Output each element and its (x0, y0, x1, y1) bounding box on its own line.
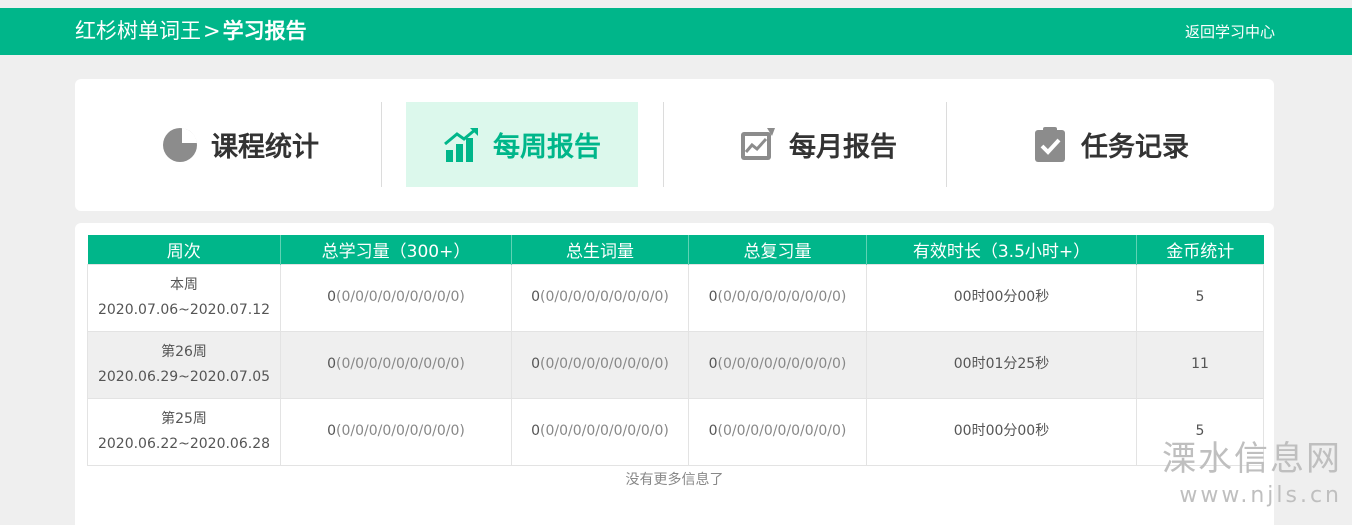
study-total: 0 (327, 289, 337, 305)
tab-label: 任务记录 (1081, 132, 1189, 163)
table-row: 第25周 2020.06.22~2020.06.28 0(0/0/0/0/0/0… (87, 397, 1264, 466)
new-words-cell: 0(0/0/0/0/0/0/0/0/0) (511, 263, 689, 332)
study-detail: (0/0/0/0/0/0/0/0/0) (336, 289, 465, 305)
table-row: 本周 2020.07.06~2020.07.12 0(0/0/0/0/0/0/0… (87, 263, 1264, 332)
header-total-study: 总学习量（300+） (280, 235, 512, 264)
new-total: 0 (531, 423, 541, 439)
tab-divider (663, 102, 664, 187)
review-detail: (0/0/0/0/0/0/0/0/0) (717, 423, 847, 439)
tab-monthly-report[interactable]: 每月报告 (689, 102, 947, 187)
top-header-bar: 红杉树单词王>学习报告 返回学习中心 (0, 8, 1352, 55)
week-range: 2020.06.22~2020.06.28 (97, 435, 271, 452)
weekly-report-table: 周次 总学习量（300+） 总生词量 总复习量 有效时长（3.5小时+） 金币统… (87, 235, 1264, 466)
week-range: 2020.06.29~2020.07.05 (97, 368, 271, 385)
study-detail: (0/0/0/0/0/0/0/0/0) (336, 356, 465, 372)
watermark-name: 溧水信息网 (1162, 439, 1342, 479)
time-cell: 00时00分00秒 (866, 397, 1137, 466)
new-words-cell: 0(0/0/0/0/0/0/0/0/0) (511, 397, 689, 466)
no-more-info-text: 没有更多信息了 (625, 472, 724, 488)
clipboard-check-icon (1035, 126, 1065, 162)
new-detail: (0/0/0/0/0/0/0/0/0) (540, 356, 669, 372)
new-detail: (0/0/0/0/0/0/0/0/0) (540, 289, 669, 305)
tab-weekly-report[interactable]: 每周报告 (406, 102, 638, 187)
tab-label: 课程统计 (211, 132, 319, 163)
new-total: 0 (531, 289, 541, 305)
table-header-row: 周次 总学习量（300+） 总生词量 总复习量 有效时长（3.5小时+） 金币统… (87, 235, 1264, 264)
week-range: 2020.07.06~2020.07.12 (97, 301, 271, 318)
new-total: 0 (531, 356, 541, 372)
review-cell: 0(0/0/0/0/0/0/0/0/0) (688, 263, 867, 332)
review-total: 0 (708, 423, 718, 439)
review-total: 0 (708, 356, 718, 372)
study-total-cell: 0(0/0/0/0/0/0/0/0/0) (280, 397, 512, 466)
time-cell: 00时00分00秒 (866, 263, 1137, 332)
week-cell: 第26周 2020.06.29~2020.07.05 (87, 330, 281, 399)
tab-course-stats[interactable]: 课程统计 (100, 102, 380, 187)
site-watermark: 溧水信息网 www.njls.cn (1162, 437, 1342, 511)
study-total: 0 (327, 356, 337, 372)
new-words-cell: 0(0/0/0/0/0/0/0/0/0) (511, 330, 689, 399)
header-coins: 金币统计 (1136, 235, 1264, 264)
new-detail: (0/0/0/0/0/0/0/0/0) (540, 423, 669, 439)
study-total: 0 (327, 423, 337, 439)
tab-label: 每周报告 (493, 132, 601, 163)
table-row: 第26周 2020.06.29~2020.07.05 0(0/0/0/0/0/0… (87, 330, 1264, 399)
header-review: 总复习量 (688, 235, 867, 264)
header-effective-time: 有效时长（3.5小时+） (866, 235, 1137, 264)
coins-cell: 5 (1136, 263, 1264, 332)
study-total-cell: 0(0/0/0/0/0/0/0/0/0) (280, 263, 512, 332)
coins-cell: 11 (1136, 330, 1264, 399)
line-chart-board-icon (741, 127, 775, 160)
watermark-url: www.njls.cn (1179, 483, 1342, 508)
tab-label: 每月报告 (789, 132, 897, 163)
week-label: 第26周 (161, 343, 207, 360)
back-to-study-center-link[interactable]: 返回学习中心 (1185, 22, 1275, 42)
time-cell: 00时01分25秒 (866, 330, 1137, 399)
tab-divider (381, 102, 382, 187)
week-cell: 第25周 2020.06.22~2020.06.28 (87, 397, 281, 466)
study-total-cell: 0(0/0/0/0/0/0/0/0/0) (280, 330, 512, 399)
study-detail: (0/0/0/0/0/0/0/0/0) (336, 423, 465, 439)
week-label: 本周 (170, 276, 198, 293)
header-week: 周次 (87, 235, 281, 264)
review-cell: 0(0/0/0/0/0/0/0/0/0) (688, 330, 867, 399)
tab-task-records[interactable]: 任务记录 (971, 102, 1249, 187)
week-label: 第25周 (161, 410, 207, 427)
breadcrumb-site[interactable]: 红杉树单词王 (75, 19, 201, 43)
pie-chart-icon (163, 127, 197, 162)
review-total: 0 (708, 289, 718, 305)
review-detail: (0/0/0/0/0/0/0/0/0) (717, 289, 847, 305)
bar-chart-trend-icon (444, 127, 478, 162)
breadcrumb-current: 学习报告 (222, 19, 307, 43)
breadcrumb-separator: > (203, 19, 221, 43)
review-detail: (0/0/0/0/0/0/0/0/0) (717, 356, 847, 372)
review-cell: 0(0/0/0/0/0/0/0/0/0) (688, 397, 867, 466)
weekly-report-panel: 周次 总学习量（300+） 总生词量 总复习量 有效时长（3.5小时+） 金币统… (75, 223, 1274, 525)
week-cell: 本周 2020.07.06~2020.07.12 (87, 263, 281, 332)
report-tabs-panel: 课程统计 每周报告 每月报告 任务记录 (75, 79, 1274, 211)
header-new-words: 总生词量 (511, 235, 689, 264)
breadcrumb: 红杉树单词王>学习报告 (75, 18, 307, 45)
tab-divider (946, 102, 947, 187)
